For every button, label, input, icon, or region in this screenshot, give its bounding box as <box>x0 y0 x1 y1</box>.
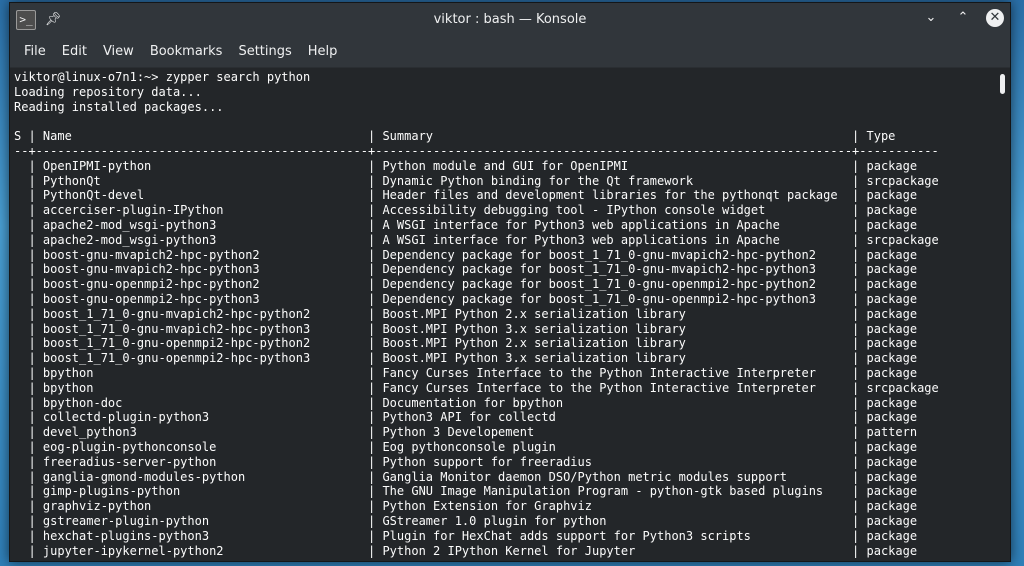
menu-settings[interactable]: Settings <box>230 37 299 67</box>
terminal-line: | hexchat-plugins-python3 | Plugin for H… <box>14 528 918 543</box>
terminal-line: | boost-gnu-mvapich2-hpc-python3 | Depen… <box>14 262 918 277</box>
konsole-window: >_ 📌︎ viktor : bash — Konsole ⌄ ⌃ ✕ File… <box>9 2 1011 562</box>
terminal-line: | boost_1_71_0-gnu-mvapich2-hpc-python3 … <box>14 321 918 336</box>
terminal-line: | graphviz-python | Python Extension for… <box>14 499 918 514</box>
terminal-line: | boost-gnu-mvapich2-hpc-python2 | Depen… <box>14 247 918 262</box>
minimize-button[interactable]: ⌄ <box>922 9 940 27</box>
terminal-line: | boost_1_71_0-gnu-openmpi2-hpc-python3 … <box>14 351 918 366</box>
window-title: viktor : bash — Konsole <box>433 12 587 27</box>
terminal-line: | devel_python3 | Python 3 Developement … <box>14 425 918 440</box>
scrollbar-thumb[interactable] <box>1000 74 1005 94</box>
terminal-line: Loading repository data... <box>14 84 202 99</box>
terminal-line: | jupyter-ipykernel-python2 | Python 2 I… <box>14 543 918 558</box>
close-icon: ✕ <box>989 10 1001 25</box>
terminal-line: | collectd-plugin-python3 | Python3 API … <box>14 410 918 425</box>
terminal-line: | PythonQt | Dynamic Python binding for … <box>14 173 939 188</box>
terminal-line: | PythonQt-devel | Header files and deve… <box>14 188 918 203</box>
terminal-line: | bpython | Fancy Curses Interface to th… <box>14 365 918 380</box>
terminal-line: viktor@linux-o7n1:~> zypper search pytho… <box>14 70 311 84</box>
terminal-line: --+-------------------------------------… <box>14 143 939 158</box>
maximize-button[interactable]: ⌃ <box>954 9 972 27</box>
terminal-line: | boost_1_71_0-gnu-mvapich2-hpc-python2 … <box>14 306 918 321</box>
terminal-line: Reading installed packages... <box>14 99 224 114</box>
terminal-line: | boost-gnu-openmpi2-hpc-python3 | Depen… <box>14 291 918 306</box>
terminal-line: | bpython | Fancy Curses Interface to th… <box>14 380 939 395</box>
menu-file[interactable]: File <box>16 37 54 67</box>
terminal-output[interactable]: viktor@linux-o7n1:~> zypper search pytho… <box>10 68 996 561</box>
terminal-line: | accerciser-plugin-IPython | Accessibil… <box>14 203 918 218</box>
chevron-up-icon: ⌃ <box>957 10 969 25</box>
terminal-line: | boost_1_71_0-gnu-openmpi2-hpc-python2 … <box>14 336 918 351</box>
menu-edit[interactable]: Edit <box>54 37 95 67</box>
menu-view[interactable]: View <box>95 37 142 67</box>
menu-help[interactable]: Help <box>300 37 346 67</box>
terminal-scrollbar[interactable] <box>996 68 1010 561</box>
title-bar[interactable]: >_ 📌︎ viktor : bash — Konsole ⌄ ⌃ ✕ <box>10 3 1010 37</box>
terminal-line: | gimp-plugins-python | The GNU Image Ma… <box>14 484 918 499</box>
terminal-line: S | Name | Summary | Type <box>14 129 896 144</box>
terminal-line: | apache2-mod_wsgi-python3 | A WSGI inte… <box>14 217 918 232</box>
chevron-down-icon: ⌄ <box>925 10 937 25</box>
terminal-line: | eog-plugin-pythonconsole | Eog pythonc… <box>14 439 918 454</box>
terminal-line: | boost-gnu-openmpi2-hpc-python2 | Depen… <box>14 277 918 292</box>
menu-bar: File Edit View Bookmarks Settings Help <box>10 37 1010 68</box>
terminal-line: | bpython-doc | Documentation for bpytho… <box>14 395 918 410</box>
terminal-line: | freeradius-server-python | Python supp… <box>14 454 918 469</box>
terminal-line: | apache2-mod_wsgi-python3 | A WSGI inte… <box>14 232 939 247</box>
close-button[interactable]: ✕ <box>986 9 1004 27</box>
terminal-line: | ganglia-gmond-modules-python | Ganglia… <box>14 469 918 484</box>
terminal-line: | OpenIPMI-python | Python module and GU… <box>14 158 918 173</box>
terminal-line: | gstreamer-plugin-python | GStreamer 1.… <box>14 513 918 528</box>
menu-bookmarks[interactable]: Bookmarks <box>142 37 231 67</box>
